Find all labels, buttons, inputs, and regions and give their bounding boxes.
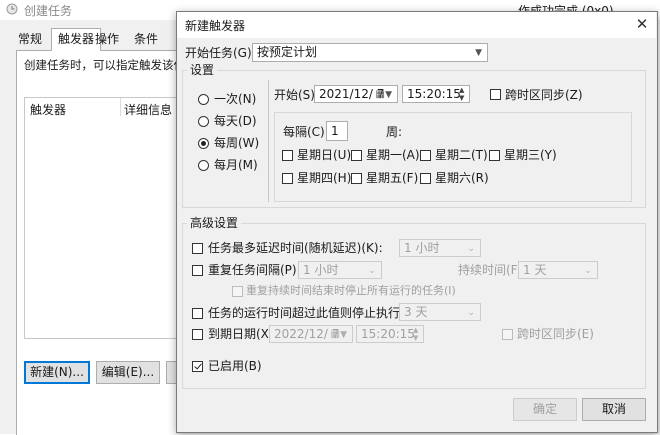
start-time-value: 15:20:15: [407, 87, 461, 101]
list-header-details[interactable]: 详细信息: [124, 101, 172, 118]
duration-select[interactable]: 1 天 ⌄: [518, 261, 598, 279]
dialog-title: 新建触发器: [185, 19, 246, 33]
chevron-down-icon: ⌄: [368, 266, 376, 276]
checkbox-thursday[interactable]: [282, 173, 293, 184]
repeat-select[interactable]: 1 小时 ⌄: [298, 261, 382, 279]
new-trigger-button[interactable]: 新建(N)...: [24, 361, 90, 384]
repeat-checkbox[interactable]: [192, 265, 203, 276]
chevron-down-icon: ▼: [475, 48, 482, 58]
tab-general[interactable]: 常规: [12, 30, 48, 49]
settings-divider: [268, 80, 269, 202]
spin-down-icon: ▼: [459, 94, 465, 102]
radio-once[interactable]: [198, 94, 209, 105]
duration-value: 1 天: [523, 263, 547, 277]
tab-conditions[interactable]: 条件: [128, 30, 164, 49]
advanced-settings-title: 高级设置: [187, 216, 242, 230]
repeat-label: 重复任务间隔(P):: [208, 263, 301, 277]
delay-label: 任务最多延迟时间(随机延迟)(K):: [208, 241, 383, 255]
checkbox-monday[interactable]: [351, 150, 362, 161]
stop-long-value: 3 天: [404, 305, 428, 319]
chevron-down-icon: ⌄: [467, 308, 475, 318]
expire-time-input[interactable]: 15:20:15 ▲ ▼: [356, 325, 424, 343]
checkbox-wednesday[interactable]: [489, 150, 500, 161]
expire-date-picker[interactable]: 2022/12/ 7 ▦ ▼: [269, 325, 353, 343]
radio-weekly[interactable]: [198, 138, 209, 149]
recur-value: 1: [331, 124, 339, 138]
checkbox-tuesday[interactable]: [420, 150, 431, 161]
calendar-icon: ▦: [330, 329, 340, 340]
spin-down-icon: ▼: [413, 334, 419, 342]
recur-label: 每隔(C):: [283, 125, 329, 139]
dialog-titlebar: [177, 12, 656, 38]
tab-actions[interactable]: 操作: [89, 30, 125, 49]
label-saturday: 星期六(R): [435, 171, 489, 185]
start-label: 开始(S):: [274, 88, 320, 102]
chevron-down-icon: ▼: [340, 330, 347, 340]
expire-sync-label: 跨时区同步(E): [517, 327, 594, 341]
label-tuesday: 星期二(T): [435, 148, 488, 162]
delay-select[interactable]: 1 小时 ⌄: [399, 239, 481, 257]
spin-up-icon: ▲: [413, 326, 419, 334]
calendar-icon: ▦: [375, 89, 385, 100]
label-wednesday: 星期三(Y): [504, 148, 557, 162]
task-scheduler-icon: [6, 3, 18, 15]
time-spinner[interactable]: ▲ ▼: [412, 326, 422, 342]
stop-long-label: 任务的运行时间超过此值则停止执行(L):: [208, 306, 421, 320]
repeat-value: 1 小时: [303, 263, 339, 277]
start-date-value: 2021/12/ 7: [319, 87, 385, 101]
radio-weekly-label: 每周(W): [214, 136, 260, 150]
checkbox-friday[interactable]: [351, 173, 362, 184]
close-icon[interactable]: ✕: [632, 14, 652, 34]
sync-timezone-label: 跨时区同步(Z): [505, 88, 583, 102]
label-monday: 星期一(A): [366, 148, 420, 162]
chevron-down-icon: ▼: [385, 90, 392, 100]
cancel-button[interactable]: 取消: [582, 398, 646, 421]
label-friday: 星期五(F): [366, 171, 419, 185]
radio-daily[interactable]: [198, 116, 209, 127]
begin-task-select[interactable]: 按预定计划 ▼: [252, 43, 488, 62]
sync-timezone-checkbox[interactable]: [490, 89, 501, 100]
expire-sync-checkbox[interactable]: [502, 329, 513, 340]
begin-task-value: 按预定计划: [257, 45, 318, 59]
time-spinner[interactable]: ▲ ▼: [458, 86, 468, 102]
radio-once-label: 一次(N): [214, 92, 257, 106]
radio-monthly[interactable]: [198, 160, 209, 171]
ok-button[interactable]: 确定: [513, 398, 577, 421]
start-date-picker[interactable]: 2021/12/ 7 ▦ ▼: [314, 85, 398, 103]
label-sunday: 星期日(U): [297, 148, 352, 162]
start-time-input[interactable]: 15:20:15 ▲ ▼: [402, 85, 470, 103]
expire-checkbox[interactable]: [192, 329, 203, 340]
expire-date-value: 2022/12/ 7: [274, 327, 340, 341]
delay-checkbox[interactable]: [192, 243, 203, 254]
triggers-list[interactable]: [24, 97, 177, 339]
list-column-divider: [120, 98, 121, 116]
stop-long-checkbox[interactable]: [192, 308, 203, 319]
enabled-label: 已启用(B): [208, 359, 262, 373]
expire-time-value: 15:20:15: [361, 327, 415, 341]
edit-trigger-button[interactable]: 编辑(E)...: [96, 361, 160, 384]
settings-group-title: 设置: [187, 63, 218, 77]
stop-all-checkbox[interactable]: [232, 286, 243, 297]
expire-label: 到期日期(X):: [208, 327, 278, 341]
begin-task-label: 开始任务(G):: [185, 46, 256, 60]
label-thursday: 星期四(H): [297, 171, 352, 185]
stop-long-select[interactable]: 3 天 ⌄: [399, 303, 481, 321]
spin-up-icon: ▲: [459, 86, 465, 94]
checkbox-saturday[interactable]: [420, 173, 431, 184]
recur-input[interactable]: 1: [326, 121, 348, 141]
radio-monthly-label: 每月(M): [214, 158, 258, 172]
enabled-checkbox[interactable]: [192, 361, 203, 372]
weeks-label: 周:: [386, 125, 403, 139]
chevron-down-icon: ⌄: [467, 244, 475, 254]
delay-value: 1 小时: [404, 241, 440, 255]
background-window-title: 创建任务: [24, 4, 73, 18]
duration-label: 持续时间(F):: [458, 263, 527, 277]
list-header-trigger[interactable]: 触发器: [30, 101, 66, 118]
stop-all-label: 重复持续时间结束时停止所有运行的任务(I): [246, 284, 456, 297]
checkbox-sunday[interactable]: [282, 150, 293, 161]
radio-daily-label: 每天(D): [214, 114, 257, 128]
chevron-down-icon: ⌄: [584, 266, 592, 276]
